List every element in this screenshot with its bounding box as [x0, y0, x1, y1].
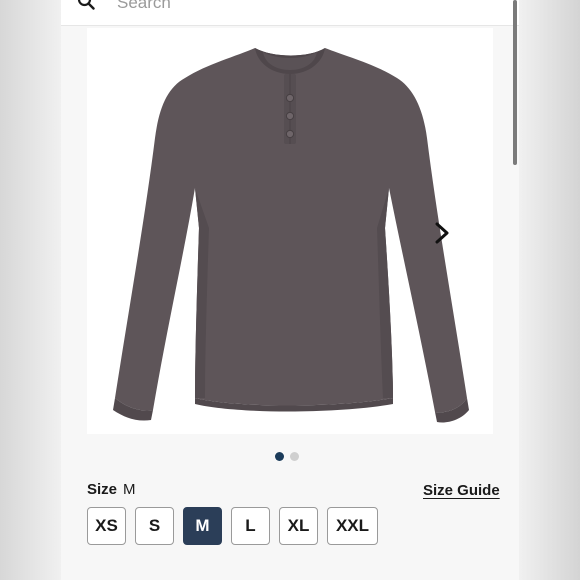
size-option-xl[interactable]: XL — [279, 507, 318, 545]
size-option-l[interactable]: L — [231, 507, 270, 545]
size-options: XS S M L XL XXL — [87, 507, 378, 545]
product-image[interactable] — [87, 28, 493, 434]
size-option-m[interactable]: M — [183, 507, 222, 545]
product-screen: Search Size M Size Guide XS S M L XL XXL — [61, 0, 519, 580]
carousel-dot[interactable] — [290, 452, 299, 461]
size-guide-link[interactable]: Size Guide — [423, 482, 500, 499]
carousel-dot-active[interactable] — [275, 452, 284, 461]
search-input[interactable]: Search — [117, 0, 171, 13]
size-option-s[interactable]: S — [135, 507, 174, 545]
scrollbar[interactable] — [513, 0, 517, 165]
chevron-right-icon — [435, 222, 449, 244]
search-bar[interactable]: Search — [61, 0, 519, 26]
next-image-button[interactable] — [427, 218, 457, 248]
carousel-dots — [275, 452, 299, 461]
selected-size-value: M — [123, 481, 136, 498]
size-option-xs[interactable]: XS — [87, 507, 126, 545]
size-option-xxl[interactable]: XXL — [327, 507, 378, 545]
size-label: Size — [87, 481, 118, 498]
search-icon[interactable] — [77, 0, 95, 10]
